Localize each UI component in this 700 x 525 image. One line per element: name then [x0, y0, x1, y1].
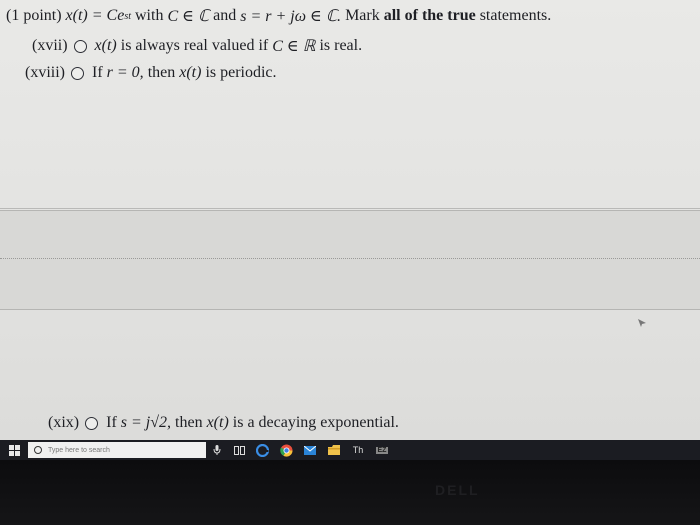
- math-condition: r = 0,: [106, 64, 144, 81]
- math-expression: x(t): [179, 64, 202, 81]
- file-explorer-icon[interactable]: [322, 440, 346, 460]
- taskbar-search-box[interactable]: Type here to search: [28, 442, 206, 458]
- question-tail: is real.: [319, 37, 363, 54]
- app-icon[interactable]: Th: [346, 440, 370, 460]
- and-text: and: [213, 7, 237, 24]
- mic-icon[interactable]: [206, 440, 228, 460]
- chrome-icon[interactable]: [274, 440, 298, 460]
- question-number: (xviii): [25, 64, 65, 81]
- store-icon[interactable]: EZ: [370, 440, 394, 460]
- content-band: [0, 210, 700, 310]
- math-expression: x(t): [94, 37, 117, 54]
- math-condition: s = j√2,: [120, 414, 172, 431]
- s-definition: s = r + jω ∈ ℂ.: [240, 8, 342, 25]
- taskbar: Type here to search Th EZ: [0, 440, 700, 460]
- app-label: Th: [352, 445, 364, 455]
- with-text: with: [135, 7, 164, 24]
- instruction-bold: all of the true: [383, 7, 476, 24]
- question-number: (xix): [48, 414, 80, 431]
- instruction-post: statements.: [479, 7, 552, 24]
- question-number: (xvii): [32, 37, 68, 54]
- question-xix: (xix) If s = j√2, then x(t) is a decayin…: [48, 414, 399, 432]
- radio-button-xviii[interactable]: [71, 66, 84, 80]
- question-xviii: (xviii) If r = 0, then x(t) is periodic.: [25, 64, 277, 82]
- question-lead: If: [106, 414, 117, 431]
- search-icon: [34, 446, 42, 454]
- question-xvii: (xvii) x(t) is always real valued if C ∈…: [32, 36, 362, 56]
- problem-statement: (1 point) x(t) = Ce st with C ∈ ℂ and s =…: [6, 6, 551, 26]
- formula: x(t) = Ce: [65, 7, 125, 24]
- math-condition: C ∈ ℝ: [272, 38, 316, 55]
- monitor-logo: DELL: [435, 482, 480, 498]
- mail-icon[interactable]: [298, 440, 322, 460]
- cursor-icon: [638, 319, 646, 327]
- math-expression: x(t): [206, 414, 229, 431]
- radio-button-xix[interactable]: [85, 416, 99, 430]
- browser-viewport: (1 point) x(t) = Ce st with C ∈ ℂ and s =…: [0, 0, 700, 440]
- point-value: (1 point): [6, 7, 62, 24]
- radio-button-xvii[interactable]: [73, 39, 87, 53]
- monitor-bezel: [0, 460, 700, 525]
- separator: [0, 208, 700, 209]
- question-text: is always real valued if: [120, 37, 269, 54]
- c-membership: C ∈ ℂ: [167, 8, 210, 25]
- edge-icon[interactable]: [250, 440, 274, 460]
- question-text: then: [147, 64, 176, 81]
- question-tail: is periodic.: [205, 64, 277, 81]
- dotted-separator: [0, 258, 700, 259]
- windows-icon[interactable]: [0, 440, 28, 460]
- formula-exponent: st: [124, 10, 131, 22]
- question-text: then: [175, 414, 203, 431]
- question-lead: If: [92, 64, 103, 81]
- search-placeholder: Type here to search: [48, 446, 110, 454]
- store-label: EZ: [375, 446, 389, 454]
- question-tail: is a decaying exponential.: [232, 414, 399, 431]
- task-view-icon[interactable]: [228, 440, 250, 460]
- instruction-pre: Mark: [345, 7, 380, 24]
